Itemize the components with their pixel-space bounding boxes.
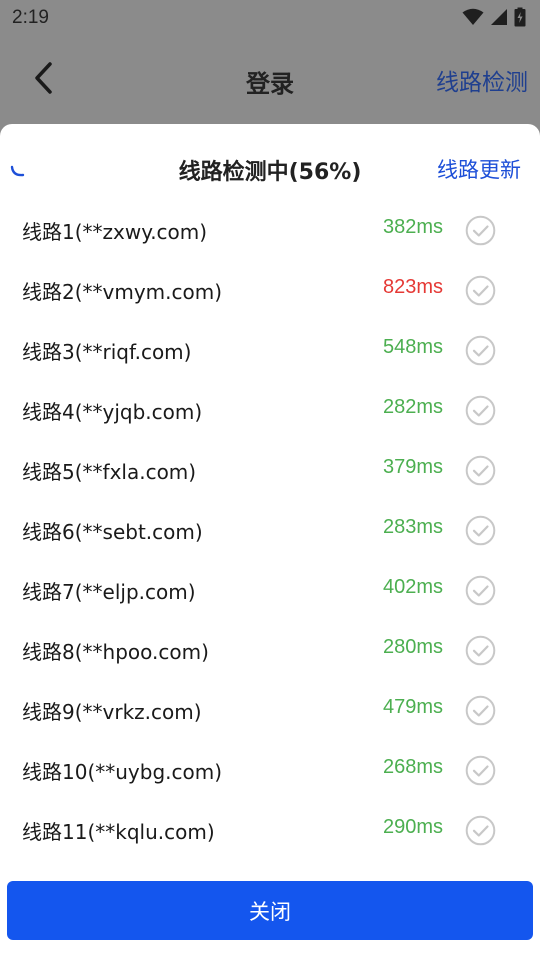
check-circle-icon[interactable]: [465, 695, 496, 726]
check-circle-icon[interactable]: [465, 755, 496, 786]
route-row[interactable]: 线路2(**vmym.com) 823ms: [0, 260, 540, 320]
route-latency: 268ms: [382, 756, 443, 778]
route-row[interactable]: 线路6(**sebt.com) 283ms: [0, 500, 540, 560]
battery-icon: [514, 7, 526, 27]
route-name: 线路1(**zxwy.com): [22, 220, 208, 244]
route-latency: 283ms: [382, 516, 443, 538]
status-icons: [462, 7, 526, 27]
check-circle-icon[interactable]: [465, 515, 496, 546]
route-row[interactable]: 线路11(**kqlu.com) 290ms: [0, 800, 540, 860]
route-row[interactable]: 线路9(**vrkz.com) 479ms: [0, 680, 540, 740]
route-name: 线路11(**kqlu.com): [22, 820, 215, 844]
route-name: 线路7(**eljp.com): [22, 580, 196, 604]
route-name: 线路3(**riqf.com): [22, 340, 192, 364]
check-circle-icon[interactable]: [465, 215, 496, 246]
route-row[interactable]: 线路7(**eljp.com) 402ms: [0, 560, 540, 620]
route-latency: 379ms: [382, 456, 443, 478]
check-circle-icon[interactable]: [465, 335, 496, 366]
status-bar: 2:19: [0, 0, 540, 36]
route-name: 线路9(**vrkz.com): [22, 700, 202, 724]
route-list: 线路1(**zxwy.com) 382ms 线路2(**vmym.com) 823ms…: [0, 200, 540, 860]
route-latency: 282ms: [382, 396, 443, 418]
check-circle-icon[interactable]: [465, 815, 496, 846]
status-time: 2:19: [12, 7, 49, 28]
screen: 2:19 登录 线路检测 线路检测中(56%) 线路更新 线路1(**zxwy.…: [0, 0, 540, 960]
app-header: 登录 线路检测: [0, 36, 540, 124]
route-latency: 280ms: [382, 636, 443, 658]
check-circle-icon[interactable]: [465, 395, 496, 426]
wifi-icon: [462, 8, 484, 26]
route-name: 线路2(**vmym.com): [22, 280, 223, 304]
route-row[interactable]: 线路10(**uybg.com) 268ms: [0, 740, 540, 800]
route-latency: 823ms: [382, 276, 443, 298]
route-latency: 479ms: [382, 696, 443, 718]
check-circle-icon[interactable]: [465, 455, 496, 486]
route-name: 线路8(**hpoo.com): [22, 640, 209, 664]
check-circle-icon[interactable]: [465, 275, 496, 306]
route-check-link[interactable]: 线路检测: [436, 63, 528, 97]
route-latency: 402ms: [382, 576, 443, 598]
route-detection-sheet: 线路检测中(56%) 线路更新 线路1(**zxwy.com) 382ms 线路2(…: [0, 124, 540, 960]
route-latency: 382ms: [382, 216, 443, 238]
route-row[interactable]: 线路8(**hpoo.com) 280ms: [0, 620, 540, 680]
close-button[interactable]: 关闭: [7, 881, 533, 940]
route-name: 线路4(**yjqb.com): [22, 400, 203, 424]
signal-icon: [490, 8, 508, 26]
route-row[interactable]: 线路4(**yjqb.com) 282ms: [0, 380, 540, 440]
route-row[interactable]: 线路3(**riqf.com) 548ms: [0, 320, 540, 380]
refresh-routes-link[interactable]: 线路更新: [437, 154, 521, 184]
route-latency: 548ms: [382, 336, 443, 358]
route-name: 线路10(**uybg.com): [22, 760, 223, 784]
route-name: 线路5(**fxla.com): [22, 460, 197, 484]
route-name: 线路6(**sebt.com): [22, 520, 203, 544]
route-row[interactable]: 线路1(**zxwy.com) 382ms: [0, 200, 540, 260]
check-circle-icon[interactable]: [465, 635, 496, 666]
route-row[interactable]: 线路5(**fxla.com) 379ms: [0, 440, 540, 500]
check-circle-icon[interactable]: [465, 575, 496, 606]
route-latency: 290ms: [382, 816, 443, 838]
